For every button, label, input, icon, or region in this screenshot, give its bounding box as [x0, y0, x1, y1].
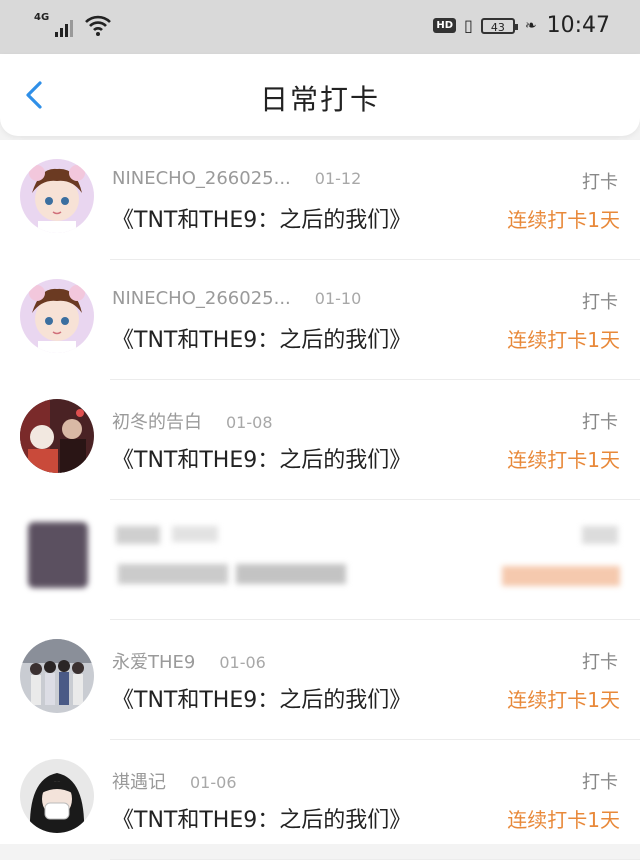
app-header: 日常打卡	[0, 54, 640, 136]
user-name: NINECHO_266025... 01-10	[112, 288, 362, 309]
streak-badge: 连续打卡1天	[507, 208, 620, 232]
checkin-date: 01-08	[226, 413, 273, 432]
redacted-date	[172, 526, 218, 542]
checkin-label: 打卡	[582, 412, 618, 433]
checkin-label: 打卡	[582, 292, 618, 313]
avatar[interactable]	[20, 279, 94, 353]
user-name: 初冬的告白 01-08	[112, 412, 273, 433]
status-bar: 4G HD ▯ 43 ❧ 10:47	[0, 0, 640, 54]
book-title: 《TNT和THE9：之后的我们》	[112, 448, 412, 473]
streak-badge: 连续打卡1天	[507, 448, 620, 472]
power-saving-icon: ❧	[524, 17, 537, 34]
avatar[interactable]	[20, 159, 94, 233]
vibrate-icon: ▯	[464, 16, 473, 35]
book-title: 《TNT和THE9：之后的我们》	[112, 808, 412, 833]
list-item[interactable]: NINECHO_266025... 01-10 《TNT和THE9：之后的我们》 …	[0, 260, 640, 380]
book-title: 《TNT和THE9：之后的我们》	[112, 208, 412, 233]
streak-badge: 连续打卡1天	[507, 328, 620, 352]
streak-badge: 连续打卡1天	[507, 808, 620, 832]
checkin-date: 01-06	[190, 773, 237, 792]
network-type: 4G	[34, 12, 50, 23]
avatar[interactable]	[20, 639, 94, 713]
redacted-action	[582, 526, 618, 544]
wifi-icon	[85, 15, 112, 36]
signal-icon	[55, 17, 74, 37]
checkin-label: 打卡	[582, 772, 618, 793]
book-title: 《TNT和THE9：之后的我们》	[112, 688, 412, 713]
book-title: 《TNT和THE9：之后的我们》	[112, 328, 412, 353]
avatar[interactable]	[20, 399, 94, 473]
status-icons: HD ▯ 43 ❧ 10:47	[433, 13, 610, 38]
list-item[interactable]: 永爱THE9 01-06 《TNT和THE9：之后的我们》 打卡 连续打卡1天	[0, 620, 640, 740]
clock: 10:47	[546, 13, 610, 38]
list-item[interactable]: 初冬的告白 01-08 《TNT和THE9：之后的我们》 打卡 连续打卡1天	[0, 380, 640, 500]
streak-badge: 连续打卡1天	[507, 688, 620, 712]
checkin-date: 01-12	[314, 169, 362, 188]
battery-icon: 43	[480, 17, 518, 34]
redacted-title	[118, 564, 228, 584]
user-name: 永爱THE9 01-06	[112, 652, 266, 673]
checkin-date: 01-10	[314, 289, 362, 308]
avatar[interactable]	[28, 522, 88, 588]
hd-icon: HD	[433, 18, 457, 33]
checkin-label: 打卡	[582, 652, 618, 673]
page-title: 日常打卡	[259, 83, 380, 116]
list-item-redacted[interactable]	[0, 500, 640, 620]
user-name: 祺遇记 01-06	[112, 772, 237, 793]
redacted-name	[116, 526, 160, 544]
redacted-streak	[502, 566, 620, 586]
list-item[interactable]: 祺遇记 01-06 《TNT和THE9：之后的我们》 打卡 连续打卡1天	[0, 740, 640, 860]
user-name: NINECHO_266025... 01-12	[112, 168, 362, 189]
checkin-list: NINECHO_266025... 01-12 《TNT和THE9：之后的我们》 …	[0, 140, 640, 860]
checkin-date: 01-06	[219, 653, 266, 672]
redacted-title-2	[236, 564, 346, 584]
avatar[interactable]	[20, 759, 94, 833]
list-item[interactable]: NINECHO_266025... 01-12 《TNT和THE9：之后的我们》 …	[0, 140, 640, 260]
signal-area: 4G	[34, 12, 112, 37]
checkin-label: 打卡	[582, 172, 618, 193]
